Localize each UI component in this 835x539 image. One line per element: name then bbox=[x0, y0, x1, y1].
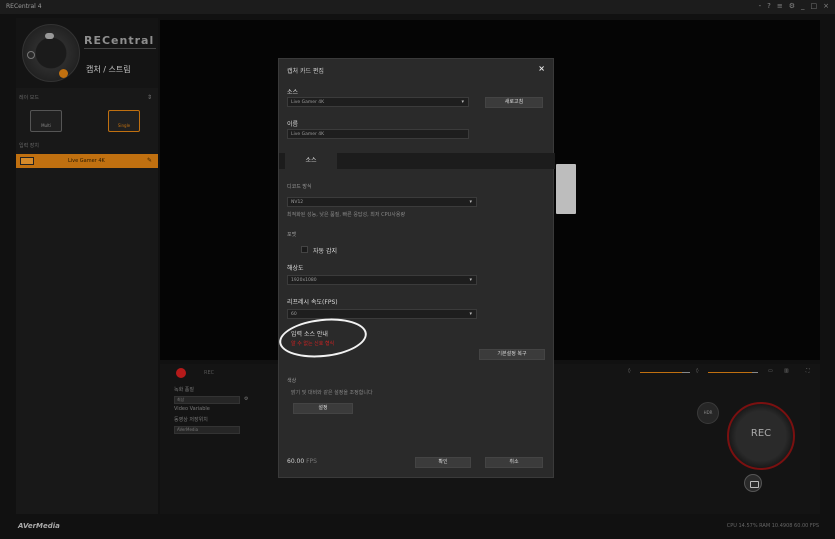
name-input-value: Live Gamer 4K bbox=[291, 132, 325, 137]
source-label: 소스 bbox=[287, 89, 299, 96]
section-mode-label: 레이 모드 bbox=[19, 95, 39, 101]
mode-multi-button[interactable]: Multi bbox=[30, 110, 62, 132]
codec-label: Video Variable bbox=[174, 406, 210, 412]
color-settings-button[interactable]: 설정 bbox=[293, 403, 353, 414]
restore-defaults-button[interactable]: 기본설정 복구 bbox=[479, 349, 545, 360]
quality-label: 녹화 품질 bbox=[174, 387, 194, 393]
save-path-label: 동영상 저장위치 bbox=[174, 417, 208, 423]
mode-multi-label: Multi bbox=[41, 123, 51, 128]
chevron-down-icon: ▾ bbox=[461, 99, 464, 105]
source-select-value: Live Gamer 4K bbox=[291, 100, 325, 105]
window-title: RECentral 4 bbox=[6, 3, 42, 10]
mode-single-button[interactable]: Single bbox=[108, 110, 140, 132]
refresh-rate-select[interactable]: 60 ▾ bbox=[287, 309, 477, 319]
chevron-down-icon: ▾ bbox=[469, 277, 472, 283]
logo-area: RECentral 캡처 / 스트림 bbox=[16, 18, 158, 88]
decode-select[interactable]: NV12 ▾ bbox=[287, 197, 477, 207]
decode-hint: 최적화된 성능, 낮은 품질, 빠른 응답성, 최저 CPU사용량 bbox=[287, 212, 406, 218]
cancel-button[interactable]: 취소 bbox=[485, 457, 543, 468]
auto-detect-checkbox[interactable] bbox=[301, 246, 308, 253]
app-window: RECentral 4 - ? ≡ ⚙ _ □ × RECentral 캡처 /… bbox=[0, 0, 835, 539]
menu-icon[interactable]: ≡ bbox=[777, 2, 783, 10]
rec-tab-label[interactable]: REC bbox=[204, 370, 214, 376]
sidebar: RECentral 캡처 / 스트림 레이 모드 ⇕ Multi Single … bbox=[16, 18, 158, 514]
mode-dial-icon[interactable] bbox=[22, 24, 80, 82]
dialog-title: 캡처 카드 편집 bbox=[287, 68, 324, 75]
decode-select-value: NV12 bbox=[291, 200, 304, 205]
snapshot-camera-icon[interactable] bbox=[744, 474, 762, 492]
speaker-icon[interactable]: ◊ bbox=[696, 368, 698, 374]
record-button-label: REC bbox=[750, 428, 772, 439]
collapse-icon[interactable]: ⇕ bbox=[147, 94, 152, 101]
save-path-input[interactable]: AVerMedia bbox=[174, 426, 240, 434]
mode-single-label: Single bbox=[117, 123, 131, 128]
format-label: 포맷 bbox=[287, 232, 297, 238]
audio-sliders: ◊ ◊ ▭ ▥ ⛶ bbox=[628, 368, 818, 378]
fps-value: 60.00 bbox=[287, 458, 305, 465]
close-window-icon[interactable]: × bbox=[823, 2, 829, 10]
dial-indicator-icon bbox=[59, 69, 68, 78]
fps-unit: FPS bbox=[306, 458, 317, 465]
dialog-close-icon[interactable]: × bbox=[538, 64, 545, 73]
mixer-icon[interactable]: ▥ bbox=[784, 368, 789, 374]
edit-pencil-icon[interactable]: ✎ bbox=[147, 157, 152, 164]
dial-camera-icon bbox=[45, 33, 54, 39]
hdr-button[interactable]: HDR bbox=[697, 402, 719, 424]
source-item[interactable]: Live Gamer 4K ✎ bbox=[16, 154, 158, 168]
ok-button[interactable]: 확인 bbox=[415, 457, 471, 468]
avermedia-logo: AVerMedia bbox=[18, 522, 60, 530]
mode-label: 캡처 / 스트림 bbox=[86, 65, 131, 74]
speaker-volume-slider[interactable] bbox=[708, 372, 758, 373]
mic-volume-fill bbox=[640, 372, 682, 373]
mic-icon[interactable]: ◊ bbox=[628, 368, 630, 374]
mic-volume-slider[interactable] bbox=[640, 372, 690, 373]
maximize-icon[interactable]: □ bbox=[811, 2, 818, 10]
minimize-icon[interactable]: _ bbox=[801, 2, 805, 10]
source-select[interactable]: Live Gamer 4K ▾ bbox=[287, 97, 469, 107]
color-hint: 밝기 및 대비와 같은 설정을 조정합니다 bbox=[291, 390, 373, 396]
resolution-label: 해상도 bbox=[287, 265, 304, 272]
tab-bar: 소스 bbox=[279, 153, 555, 169]
tab-source[interactable]: 소스 bbox=[285, 153, 337, 169]
brand-text: RECentral bbox=[84, 34, 155, 47]
auto-detect-label: 자동 감지 bbox=[313, 248, 337, 255]
chevron-down-icon: ▾ bbox=[469, 199, 472, 205]
quality-gear-icon[interactable]: ⚙ bbox=[244, 396, 248, 402]
brand-underline bbox=[84, 48, 156, 49]
highlight-circle-annotation bbox=[277, 314, 369, 362]
edit-capture-card-dialog: 캡처 카드 편집 × 소스 Live Gamer 4K ▾ 새로고침 이름 Li… bbox=[277, 58, 555, 478]
chevron-down-icon: ▾ bbox=[469, 311, 472, 317]
help-icon[interactable]: ? bbox=[767, 2, 771, 10]
system-stats: CPU 14.57% RAM 10.4908 60.00 FPS bbox=[726, 523, 819, 529]
name-input[interactable]: Live Gamer 4K bbox=[287, 129, 469, 139]
dial-ring-icon bbox=[27, 51, 35, 59]
title-bar: RECentral 4 - ? ≡ ⚙ _ □ × bbox=[0, 0, 835, 14]
fullscreen-icon[interactable]: ⛶ bbox=[806, 368, 810, 374]
side-handle[interactable] bbox=[556, 164, 576, 214]
refresh-button[interactable]: 새로고침 bbox=[485, 97, 543, 108]
speaker-volume-fill bbox=[708, 372, 752, 373]
decode-label: 디코드 방식 bbox=[287, 184, 312, 190]
name-label: 이름 bbox=[287, 121, 299, 128]
brand-logo: RECentral bbox=[84, 34, 156, 49]
resolution-select-value: 1920x1080 bbox=[291, 278, 317, 283]
record-button[interactable]: REC bbox=[727, 402, 795, 470]
record-dot-icon[interactable] bbox=[176, 368, 186, 378]
minimize-mini-icon[interactable]: - bbox=[759, 2, 762, 10]
color-label: 색상 bbox=[287, 378, 297, 384]
resolution-select[interactable]: 1920x1080 ▾ bbox=[287, 275, 477, 285]
monitor-icon[interactable]: ▭ bbox=[768, 368, 773, 374]
window-controls: - ? ≡ ⚙ _ □ × bbox=[759, 2, 829, 10]
fps-readout: 60.00 FPS bbox=[287, 458, 317, 465]
section-sources-label: 입력 장치 bbox=[19, 143, 39, 149]
refresh-rate-select-value: 60 bbox=[291, 312, 297, 317]
capture-card-icon bbox=[20, 157, 34, 165]
source-item-label: Live Gamer 4K bbox=[68, 158, 105, 164]
quality-select[interactable]: 최상 bbox=[174, 396, 240, 404]
settings-icon[interactable]: ⚙ bbox=[789, 2, 795, 10]
status-bar: AVerMedia CPU 14.57% RAM 10.4908 60.00 F… bbox=[0, 516, 835, 539]
refresh-rate-label: 리프레시 속도(FPS) bbox=[287, 299, 338, 306]
